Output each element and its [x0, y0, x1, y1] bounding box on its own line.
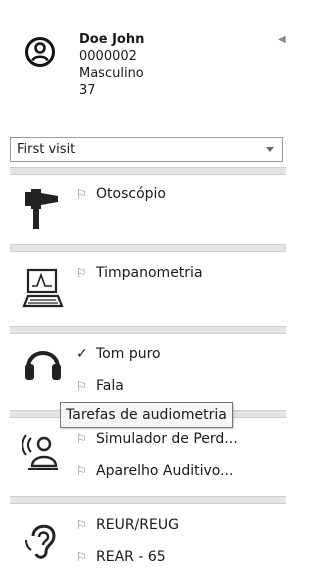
- patient-header: Doe John 0000002 Masculino 37 ◀: [0, 0, 286, 120]
- flag-icon: ⚐: [76, 432, 87, 446]
- task-group-tympanometry: ⚐ Timpanometria: [10, 244, 286, 324]
- task-group-audiometry: ✓ Tom puro ⚐ Fala: [10, 326, 286, 408]
- patient-info: Doe John 0000002 Masculino 37: [79, 31, 144, 99]
- task-item-reur-reug[interactable]: ⚐ REUR/REUG: [76, 514, 179, 536]
- task-item-aparelho-auditivo[interactable]: ⚐ Aparelho Auditivo...: [76, 460, 233, 482]
- task-label: Otoscópio: [96, 186, 166, 202]
- flag-icon: ⚐: [76, 379, 87, 393]
- task-item-simulador[interactable]: ⚐ Simulador de Perd...: [76, 428, 238, 450]
- task-item-rear-65[interactable]: ⚐ REAR - 65: [76, 546, 166, 568]
- patient-gender: Masculino: [79, 66, 144, 81]
- group-divider: [10, 496, 286, 504]
- task-label: Fala: [96, 378, 124, 394]
- patient-id: 0000002: [79, 49, 137, 64]
- task-label: REAR - 65: [96, 549, 166, 565]
- task-item-otoscopio[interactable]: ⚐ Otoscópio: [76, 183, 166, 205]
- visit-selected-value: First visit: [17, 142, 76, 157]
- flag-icon: ⚐: [76, 550, 87, 564]
- task-group-otoscopy: ⚐ Otoscópio: [10, 167, 286, 242]
- group-divider: [10, 326, 286, 334]
- patient-name: Doe John: [79, 32, 145, 47]
- flag-icon: ⚐: [76, 187, 87, 201]
- task-label: REUR/REUG: [96, 517, 179, 533]
- visit-dropdown[interactable]: First visit: [10, 137, 283, 162]
- tooltip: Tarefas de audiometria: [60, 402, 233, 428]
- headphones-icon: [25, 351, 61, 380]
- task-item-tom-puro[interactable]: ✓ Tom puro: [76, 343, 161, 365]
- task-item-timpanometria[interactable]: ⚐ Timpanometria: [76, 262, 203, 284]
- check-icon: ✓: [76, 346, 88, 362]
- group-divider: [10, 167, 286, 175]
- task-label: Tom puro: [96, 346, 161, 362]
- flag-icon: ⚐: [76, 518, 87, 532]
- chevron-down-icon: [266, 147, 274, 152]
- flag-icon: ⚐: [76, 266, 87, 280]
- collapse-left-icon[interactable]: ◀: [278, 34, 286, 45]
- task-item-fala[interactable]: ⚐ Fala: [76, 375, 124, 397]
- otoscope-icon: [25, 189, 58, 229]
- task-label: Timpanometria: [96, 265, 203, 281]
- flag-icon: ⚐: [76, 464, 87, 478]
- user-circle-icon: [25, 37, 55, 67]
- task-label: Aparelho Auditivo...: [96, 463, 234, 479]
- speech-simulator-icon: [22, 434, 58, 470]
- tympanometry-icon: [22, 268, 64, 308]
- group-divider: [10, 244, 286, 252]
- task-group-real-ear: ⚐ REUR/REUG ⚐ REAR - 65: [10, 496, 286, 577]
- task-label: Simulador de Perd...: [96, 431, 238, 447]
- patient-age: 37: [79, 83, 96, 98]
- ear-icon: [25, 524, 56, 559]
